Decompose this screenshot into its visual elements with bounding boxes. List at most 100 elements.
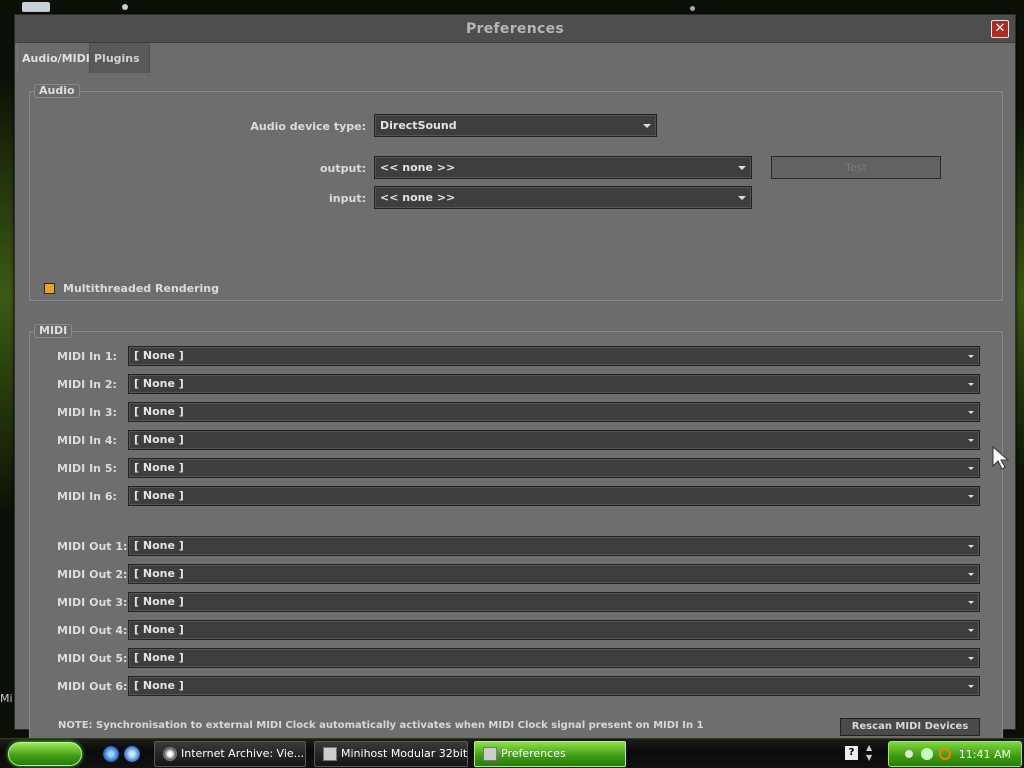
midi-in-2-label: MIDI In 2: <box>57 378 117 391</box>
midi-in-2-value: [ None ] <box>134 377 184 390</box>
chevron-down-icon <box>968 439 974 442</box>
desktop-dot <box>122 4 128 10</box>
clock[interactable]: 11:41 AM <box>959 748 1011 761</box>
audio-device-type-select[interactable]: DirectSound <box>374 114 657 137</box>
taskbar-item-preferences[interactable]: Preferences <box>474 741 626 767</box>
midi-out-3-select[interactable]: [ None ] <box>128 592 980 612</box>
desktop-icon-label: Mi <box>0 692 13 705</box>
chevron-down-icon <box>738 196 746 200</box>
midi-in-1-value: [ None ] <box>134 349 184 362</box>
midi-in-6-label: MIDI In 6: <box>57 490 117 503</box>
midi-out-3-value: [ None ] <box>134 595 184 608</box>
chevron-down-icon <box>643 124 651 128</box>
midi-out-1-select[interactable]: [ None ] <box>128 536 980 556</box>
midi-in-6-select[interactable]: [ None ] <box>128 486 980 506</box>
preferences-window: Preferences ✕ Audio/MIDI Plugins Audio A… <box>14 14 1016 741</box>
midi-clock-note: NOTE: Synchronisation to external MIDI C… <box>58 720 704 731</box>
chevron-down-icon <box>968 573 974 576</box>
midi-in-3-select[interactable]: [ None ] <box>128 402 980 422</box>
close-icon: ✕ <box>994 21 1006 36</box>
chevron-down-icon <box>968 601 974 604</box>
multithreaded-rendering-option[interactable]: Multithreaded Rendering <box>44 282 219 295</box>
desktop-icon[interactable] <box>22 2 50 12</box>
chevron-down-icon <box>968 467 974 470</box>
midi-out-5-select[interactable]: [ None ] <box>128 648 980 668</box>
midi-out-2-value: [ None ] <box>134 567 184 580</box>
search-icon[interactable] <box>939 748 951 760</box>
tab-audio-midi[interactable]: Audio/MIDI <box>17 43 90 73</box>
midi-out-6-label: MIDI Out 6: <box>57 680 128 693</box>
internet-explorer-icon[interactable] <box>103 746 119 762</box>
browser-icon[interactable] <box>124 746 140 762</box>
chevron-down-icon <box>968 411 974 414</box>
tray-expand-icon[interactable]: ▲ ▼ <box>866 743 872 763</box>
multithreaded-rendering-label: Multithreaded Rendering <box>63 282 220 295</box>
tab-plugins[interactable]: Plugins <box>90 43 150 73</box>
input-label: input: <box>329 192 366 205</box>
desktop-dot <box>690 6 695 11</box>
midi-out-1-label: MIDI Out 1: <box>57 540 128 553</box>
audio-device-type-label: Audio device type: <box>250 120 366 133</box>
output-value: << none >> <box>380 161 456 174</box>
midi-out-5-value: [ None ] <box>134 651 184 664</box>
app-icon <box>323 747 337 761</box>
midi-in-4-value: [ None ] <box>134 433 184 446</box>
output-select[interactable]: << none >> <box>374 156 752 179</box>
chevron-down-icon <box>968 355 974 358</box>
midi-out-4-label: MIDI Out 4: <box>57 624 128 637</box>
midi-out-2-label: MIDI Out 2: <box>57 568 128 581</box>
audio-group: Audio Audio device type: DirectSound out… <box>29 84 1003 301</box>
midi-in-3-label: MIDI In 3: <box>57 406 117 419</box>
close-button[interactable]: ✕ <box>991 20 1009 38</box>
midi-out-1-value: [ None ] <box>134 539 184 552</box>
midi-in-4-select[interactable]: [ None ] <box>128 430 980 450</box>
title-bar[interactable]: Preferences ✕ <box>15 15 1015 43</box>
midi-out-3-label: MIDI Out 3: <box>57 596 128 609</box>
midi-in-4-label: MIDI In 4: <box>57 434 117 447</box>
multithreaded-rendering-checkbox[interactable] <box>44 283 55 294</box>
midi-in-5-value: [ None ] <box>134 461 184 474</box>
taskbar-item-minihost[interactable]: Minihost Modular 32bit <box>314 741 468 767</box>
midi-in-5-select[interactable]: [ None ] <box>128 458 980 478</box>
app-icon <box>483 747 497 761</box>
chevron-down-icon <box>968 657 974 660</box>
midi-out-5-label: MIDI Out 5: <box>57 652 128 665</box>
mouse-cursor-icon <box>992 446 1010 470</box>
input-value: << none >> <box>380 191 456 204</box>
taskbar-item-label: Minihost Modular 32bit <box>341 747 468 760</box>
chevron-down-icon <box>738 166 746 170</box>
network-icon[interactable] <box>921 748 933 760</box>
start-button[interactable] <box>8 742 82 766</box>
system-tray: 11:41 AM <box>888 741 1022 767</box>
chevron-down-icon <box>968 629 974 632</box>
audio-device-type-value: DirectSound <box>380 119 457 132</box>
chevron-down-icon <box>968 383 974 386</box>
tray-icon[interactable] <box>905 750 913 758</box>
window-title: Preferences <box>465 20 565 37</box>
chevron-down-icon <box>968 495 974 498</box>
midi-in-2-select[interactable]: [ None ] <box>128 374 980 394</box>
taskbar: Internet Archive: Vie... Minihost Modula… <box>0 738 1024 768</box>
midi-in-1-label: MIDI In 1: <box>57 350 117 363</box>
midi-out-6-value: [ None ] <box>134 679 184 692</box>
midi-out-4-select[interactable]: [ None ] <box>128 620 980 640</box>
help-icon[interactable]: ? <box>845 746 858 760</box>
taskbar-item-label: Preferences <box>501 747 566 760</box>
chevron-down-icon <box>968 545 974 548</box>
tab-bar: Audio/MIDI Plugins <box>15 43 1015 73</box>
midi-in-3-value: [ None ] <box>134 405 184 418</box>
test-button[interactable]: Test <box>771 156 941 179</box>
taskbar-item-internet-archive[interactable]: Internet Archive: Vie... <box>154 741 306 767</box>
midi-in-1-select[interactable]: [ None ] <box>128 346 980 366</box>
chevron-down-icon <box>968 685 974 688</box>
audio-group-legend: Audio <box>34 84 80 98</box>
browser-icon <box>163 747 177 761</box>
midi-in-5-label: MIDI In 5: <box>57 462 117 475</box>
output-label: output: <box>319 162 366 175</box>
input-select[interactable]: << none >> <box>374 186 752 209</box>
rescan-midi-devices-button[interactable]: Rescan MIDI Devices <box>840 718 980 736</box>
midi-in-6-value: [ None ] <box>134 489 184 502</box>
midi-out-2-select[interactable]: [ None ] <box>128 564 980 584</box>
midi-out-6-select[interactable]: [ None ] <box>128 676 980 696</box>
taskbar-item-label: Internet Archive: Vie... <box>181 747 305 760</box>
